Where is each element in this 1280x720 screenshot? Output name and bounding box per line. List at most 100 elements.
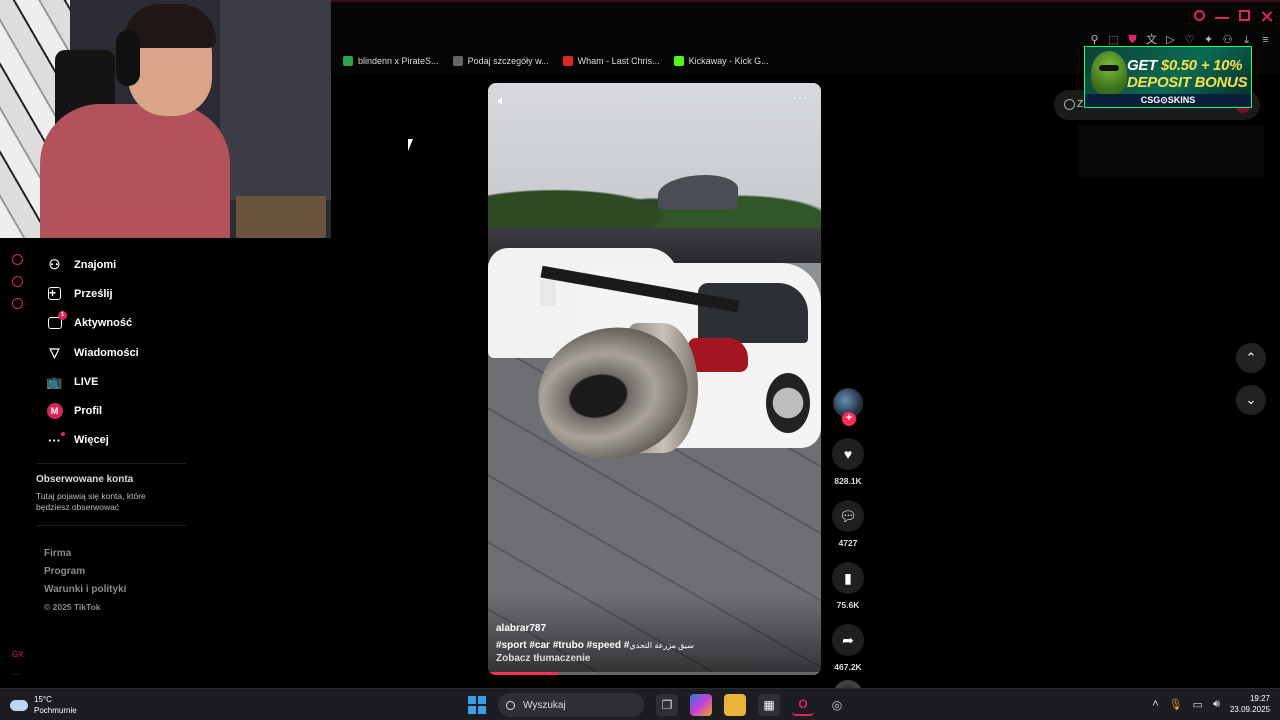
microphone-icon[interactable]: 🎙︎ (1169, 698, 1183, 711)
weather-condition: Pochmurnie (34, 706, 77, 715)
save-button[interactable]: ▮ (832, 562, 864, 594)
sidebar-item-profile[interactable]: M Profil (36, 396, 196, 425)
close-icon[interactable] (1260, 10, 1274, 24)
bookmark-item[interactable]: Wham - Last Chris... (562, 56, 660, 66)
temperature: 15°C (34, 695, 52, 704)
sidebar-item-upload[interactable]: + Prześlij (36, 279, 196, 308)
settings-icon[interactable] (12, 298, 23, 309)
webcam-background (220, 0, 331, 200)
search-placeholder: Wyszukaj (523, 699, 566, 711)
network-icon[interactable]: ▭ (1193, 698, 1203, 711)
chevron-up-icon: ⌃ (1245, 350, 1257, 365)
video-progress-fill (488, 672, 558, 675)
divider (36, 525, 186, 527)
footer-link-terms[interactable]: Warunki i polityki (44, 584, 196, 602)
sidebar-item-activity[interactable]: 1 Aktywność (36, 309, 196, 338)
opera-gx-icon[interactable]: O (792, 694, 814, 716)
tiktok-sidebar: ⚇ Znajomi + Prześlij 1 Aktywność ▽ Wiado… (36, 250, 196, 620)
share-count: 467.2K (834, 662, 862, 672)
mascot-image (1091, 51, 1127, 95)
footer-link-company[interactable]: Firma (44, 548, 196, 566)
copyright: © 2025 TikTok (44, 602, 101, 613)
like-button[interactable]: ♥ (832, 438, 864, 470)
search-icon[interactable] (1194, 10, 1205, 21)
save-count: 75.6K (836, 600, 860, 610)
bookmark-item[interactable]: Podaj szczegóły w... (452, 56, 549, 66)
activity-icon: 1 (46, 310, 67, 332)
browser-side-rail: GX ··· (0, 238, 30, 688)
taskbar-apps: Wyszukaj ❐ ▦ O ◎ (468, 693, 848, 717)
comment-count: 4727 (838, 538, 858, 548)
bookmark-favicon-icon (452, 56, 463, 66)
upload-icon: + (46, 285, 63, 302)
chrome-icon[interactable]: ◎ (826, 694, 848, 716)
video-player[interactable]: 🔈︎ ··· alabrar787 #sport #car #trubo #sp… (488, 83, 821, 675)
bookmark-item[interactable]: Kickaway - Kick G... (673, 56, 769, 66)
task-view-icon[interactable]: ❐ (656, 694, 678, 716)
search-icon (506, 700, 515, 710)
followed-accounts-title: Obserwowane konta (36, 474, 134, 486)
minimize-icon[interactable] (1215, 10, 1229, 19)
video-frame-spoiler-leg (540, 280, 556, 306)
comment-button[interactable]: 💬︎ (832, 500, 864, 532)
copilot-icon[interactable] (690, 694, 712, 716)
search-icon (1064, 99, 1075, 110)
sidebar-item-messages[interactable]: ▽ Wiadomości (36, 338, 196, 367)
history-icon[interactable] (12, 254, 23, 265)
time: 19:27 (1249, 694, 1270, 703)
mouse-cursor (408, 139, 418, 151)
ad-headline: GET $0.50 + 10% (1127, 57, 1243, 74)
webcam-person-body (40, 104, 230, 238)
video-hashtags[interactable]: #sport #car #trubo #speed #سيق مزرعة الت… (496, 640, 694, 651)
footer-link-program[interactable]: Program (44, 566, 196, 584)
bookmark-icon: ▮ (844, 569, 852, 586)
chevron-down-icon: ⌄ (1245, 392, 1257, 407)
volume-icon[interactable]: 🔈︎ (498, 93, 506, 109)
start-button[interactable] (468, 696, 486, 714)
taskbar-search[interactable]: Wyszukaj (498, 693, 644, 717)
clock[interactable]: 19:27 23.09.2025 (1230, 693, 1270, 715)
menu-icon[interactable]: ≡ (1259, 34, 1272, 47)
heart-icon: ♥ (843, 446, 853, 462)
sidebar-item-live[interactable]: 📺 LIVE (36, 367, 196, 396)
friends-icon: ⚇ (48, 256, 61, 272)
video-progress-bar[interactable] (488, 672, 821, 675)
video-frame-car-window (698, 283, 808, 343)
video-frame-wheel (766, 373, 810, 433)
messages-icon: ▽ (49, 344, 60, 360)
weather-widget[interactable]: 15°C Pochmurnie (10, 694, 77, 716)
bookmark-item[interactable]: blindenn x PirateS... (343, 56, 439, 66)
footer-links: Firma Program Warunki i polityki © 2025 … (36, 548, 196, 620)
bookmark-favicon-icon (343, 56, 353, 66)
followed-accounts-description: Tutaj pojawią się konta, które będziesz … (36, 491, 146, 513)
more-icon[interactable]: ··· (12, 670, 20, 679)
webcam-shelf (236, 196, 326, 238)
more-icon: ··· (48, 431, 65, 448)
video-author[interactable]: alabrar787 (496, 623, 546, 634)
previous-video-button[interactable]: ⌃ (1236, 343, 1266, 373)
video-frame-taillight (688, 338, 748, 372)
advertisement-banner[interactable]: GET $0.50 + 10% DEPOSIT BONUS CSG⊙SKINS (1084, 46, 1252, 108)
profile-avatar-wrap: M (46, 403, 63, 420)
author-avatar[interactable]: + (833, 388, 863, 426)
ad-subheadline: DEPOSIT BONUS (1127, 74, 1248, 91)
next-video-button[interactable]: ⌄ (1236, 385, 1266, 415)
extensions-icon[interactable] (12, 276, 23, 287)
follow-button[interactable]: + (842, 412, 856, 426)
file-explorer-icon[interactable] (724, 694, 746, 716)
volume-icon[interactable]: 🔊︎ (1213, 698, 1220, 711)
divider (36, 463, 186, 465)
like-count: 828.1K (834, 476, 862, 486)
bookmarks-bar: blindenn x PirateS... Podaj szczegóły w.… (343, 56, 769, 66)
live-icon: 📺 (46, 373, 63, 389)
sidebar-item-friends[interactable]: ⚇ Znajomi (36, 250, 196, 279)
window-controls (1194, 10, 1274, 24)
system-tray: ˄ 🎙︎ ▭ 🔊︎ 19:27 23.09.2025 (1152, 693, 1270, 715)
share-button[interactable]: ➦ (832, 624, 864, 656)
store-icon[interactable]: ▦ (758, 694, 780, 716)
maximize-icon[interactable] (1239, 10, 1250, 21)
sidebar-item-more[interactable]: ··· Więcej (36, 426, 196, 455)
more-options-icon[interactable]: ··· (792, 89, 809, 105)
chevron-up-icon[interactable]: ˄ (1152, 698, 1158, 710)
translate-link[interactable]: Zobacz tłumaczenie (496, 653, 590, 664)
